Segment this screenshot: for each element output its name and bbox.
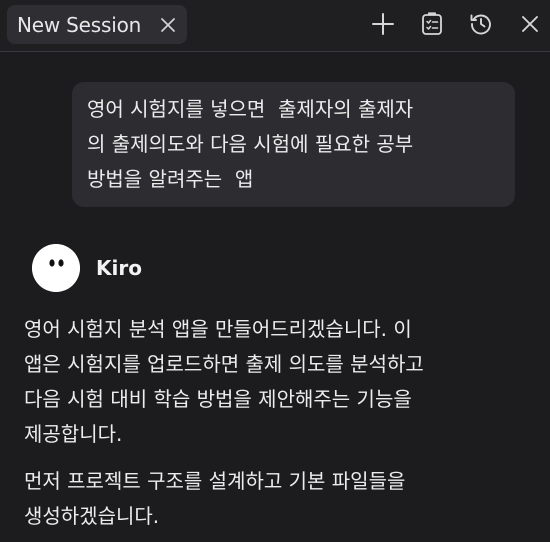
agent-reply-paragraph: 영어 시험지 분석 앱을 만들어드리겠습니다. 이 앱은 시험지를 업로드하면 … [24,317,424,446]
kiro-avatar [32,244,80,292]
user-message-bubble: 영어 시험지를 넣으면 출제자의 출제자 의 출제의도와 다음 시험에 필요한 … [72,82,515,207]
tab-label: New Session [17,13,142,37]
history-icon[interactable] [469,12,493,36]
top-bar: New Session [0,0,550,52]
close-icon[interactable] [518,12,542,36]
tab-close-icon[interactable] [160,17,176,33]
task-list-icon[interactable] [420,12,444,36]
agent-name: Kiro [96,256,142,280]
user-message-text: 영어 시험지를 넣으면 출제자의 출제자 의 출제의도와 다음 시험에 필요한 … [87,97,414,191]
tab-new-session[interactable]: New Session [7,5,187,44]
agent-reply-paragraph: 먼저 프로젝트 구조를 설계하고 기본 파일들을 생성하겠습니다. [24,469,406,528]
plus-icon[interactable] [371,12,395,36]
